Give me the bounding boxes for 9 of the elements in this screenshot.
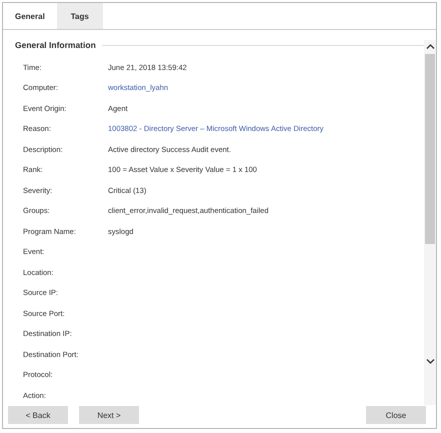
scrollbar[interactable] <box>424 40 436 405</box>
tab[interactable]: Tags <box>56 3 103 29</box>
nav-button[interactable]: Next > <box>79 406 139 424</box>
scroll-down-icon[interactable] <box>426 358 434 365</box>
close-button[interactable]: Close <box>366 406 426 424</box>
section-heading: General Information <box>15 40 96 50</box>
scrollbar-thumb[interactable] <box>425 54 435 244</box>
scroll-up-icon[interactable] <box>426 43 434 50</box>
nav-button[interactable]: < Back <box>8 406 68 424</box>
